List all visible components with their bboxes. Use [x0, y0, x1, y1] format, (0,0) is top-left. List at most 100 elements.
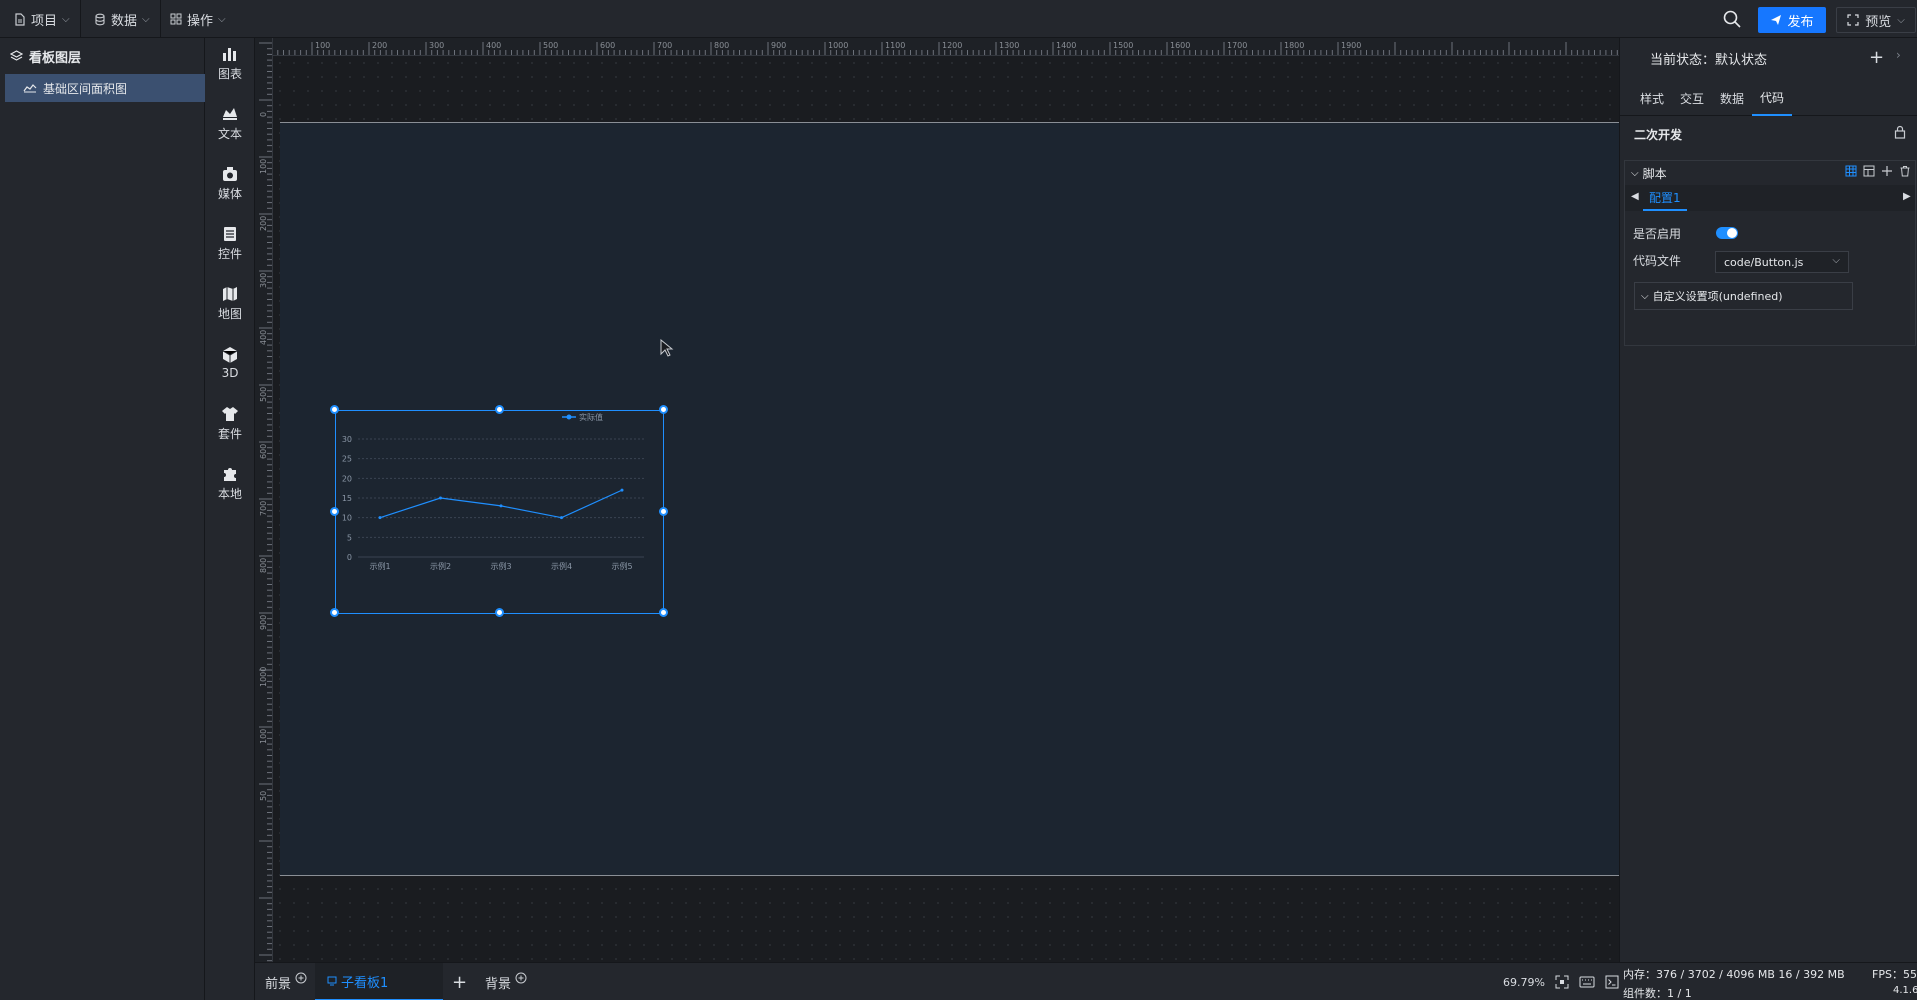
canvas-area[interactable]: 0 5 10 15 20 25 30 示例1 示例2 示例3 示例4 示例5 实际值 — [273, 56, 1619, 962]
lock-icon[interactable] — [1894, 125, 1906, 142]
publish-button[interactable]: 发布 — [1758, 7, 1826, 33]
menu-data-label: 数据 — [111, 13, 138, 29]
resize-handle-w[interactable] — [330, 507, 339, 516]
file-icon — [14, 12, 26, 26]
add-board-button[interactable]: + — [452, 963, 467, 1000]
comp-3d[interactable]: 3D — [205, 338, 255, 388]
comp-map-label: 地图 — [217, 306, 242, 321]
ruler-left-label: 300 — [259, 273, 268, 288]
ruler-left-label: 900 — [259, 615, 268, 630]
code-file-select[interactable]: code/Button.js ⌵ — [1715, 251, 1849, 273]
custom-settings-collapse[interactable]: ⌵ 自定义设置项(undefined) — [1634, 282, 1853, 310]
board-tabs-bar: 前景 子看板1 + 背景 69.79% — [255, 962, 1619, 1000]
menu-operation[interactable]: 操作 ⌵ — [160, 0, 236, 38]
enable-toggle[interactable] — [1716, 227, 1738, 239]
ruler-top-label: 1800 — [1284, 41, 1304, 50]
tab-sub-board[interactable]: 子看板1 — [315, 963, 443, 1000]
fit-screen-icon[interactable] — [1555, 975, 1569, 989]
area-chart-icon — [23, 84, 37, 93]
add-state-button[interactable]: + — [1869, 47, 1884, 68]
resize-handle-ne[interactable] — [659, 405, 668, 414]
terminal-icon[interactable] — [1605, 975, 1619, 989]
add-circle-icon[interactable] — [515, 972, 527, 984]
tab-background[interactable]: 背景 — [485, 963, 527, 1000]
send-icon — [1771, 15, 1782, 25]
data-point — [560, 516, 563, 520]
tab-interaction[interactable]: 交互 — [1672, 80, 1712, 116]
app-window: 项目 ⌵ 数据 ⌵ 操作 ⌵ 发布 预览 ⌵ 看板图层 基础区间面积图 图表 文… — [0, 0, 1917, 1000]
caret-right-icon[interactable]: ▶ — [1903, 191, 1911, 202]
comp-3d-label: 3D — [221, 366, 239, 380]
tab-foreground[interactable]: 前景 — [265, 963, 307, 1000]
layer-item[interactable]: 基础区间面积图 — [5, 74, 205, 102]
ruler-top-label: 1600 — [1170, 41, 1190, 50]
chevron-down-icon: ⌵ — [1832, 255, 1840, 266]
ruler-top-label: 400 — [486, 41, 501, 50]
table-icon[interactable] — [1845, 165, 1857, 177]
preview-button[interactable]: 预览 ⌵ — [1836, 7, 1916, 33]
tab-code[interactable]: 代码 — [1752, 80, 1793, 116]
chart-component[interactable]: 0 5 10 15 20 25 30 示例1 示例2 示例3 示例4 示例5 实际值 — [330, 405, 668, 617]
layer-item-label: 基础区间面积图 — [43, 81, 128, 96]
ruler-left-label: 500 — [259, 387, 268, 402]
comp-local-label: 本地 — [217, 486, 242, 501]
comp-suit[interactable]: 套件 — [205, 398, 255, 448]
resize-handle-s[interactable] — [495, 608, 504, 617]
dashboard-board[interactable]: 0 5 10 15 20 25 30 示例1 示例2 示例3 示例4 示例5 实际值 — [280, 122, 1619, 876]
tab-foreground-label: 前景 — [265, 976, 292, 992]
comp-text[interactable]: 文本 — [205, 98, 255, 148]
tab-style[interactable]: 样式 — [1632, 80, 1672, 116]
zoom-controls: 69.79% — [1503, 963, 1619, 1000]
x-tick-label: 示例4 — [551, 561, 572, 571]
map-icon — [223, 286, 237, 301]
ruler-top-label: 200 — [372, 41, 387, 50]
ruler-top-label: 1000 — [828, 41, 848, 50]
current-state-label: 当前状态：默认状态 — [1650, 52, 1768, 68]
y-tick-label: 25 — [342, 455, 352, 464]
resize-handle-n[interactable] — [495, 405, 504, 414]
data-point — [439, 496, 442, 500]
add-circle-icon[interactable] — [295, 972, 307, 984]
caret-left-icon[interactable]: ◀ — [1631, 191, 1639, 202]
resize-handle-nw[interactable] — [330, 405, 339, 414]
plus-icon[interactable] — [1881, 165, 1893, 177]
media-icon — [223, 166, 237, 181]
comp-control[interactable]: 控件 — [205, 218, 255, 268]
zoom-level[interactable]: 69.79% — [1503, 976, 1545, 989]
comp-media[interactable]: 媒体 — [205, 158, 255, 208]
legend-marker — [566, 414, 572, 420]
secondary-dev-title: 二次开发 — [1620, 116, 1917, 152]
property-panel: 当前状态：默认状态 + › 样式 交互 数据 代码 二次开发 ⌵ 脚本 ◀ 配置… — [1619, 38, 1917, 962]
chevron-down-icon: ⌵ — [1631, 167, 1639, 179]
tab-data[interactable]: 数据 — [1712, 80, 1752, 116]
suit-icon — [222, 406, 238, 421]
database-icon — [94, 13, 106, 26]
ruler-top-label: 1200 — [942, 41, 962, 50]
comp-chart[interactable]: 图表 — [205, 38, 255, 88]
ruler-top-scale: 0100200300400500600700800900100011001200… — [255, 41, 1618, 55]
chevron-right-icon[interactable]: › — [1896, 48, 1901, 62]
menu-data[interactable]: 数据 ⌵ — [84, 0, 161, 38]
trash-icon[interactable] — [1899, 165, 1911, 177]
control-icon — [224, 226, 236, 241]
ruler-top-label: 100 — [315, 41, 330, 50]
tab-background-label: 背景 — [485, 976, 512, 992]
resize-handle-se[interactable] — [659, 608, 668, 617]
ruler-top-label: 600 — [600, 41, 615, 50]
resize-handle-e[interactable] — [659, 507, 668, 516]
config-tab-1[interactable]: 配置1 — [1643, 185, 1687, 211]
script-toolbar — [1845, 165, 1911, 177]
comp-local[interactable]: 本地 — [205, 458, 255, 508]
menu-project[interactable]: 项目 ⌵ — [4, 0, 81, 38]
keyboard-icon[interactable] — [1579, 976, 1595, 988]
comp-suit-label: 套件 — [217, 426, 242, 441]
search-button[interactable] — [1722, 9, 1742, 29]
legend-label: 实际值 — [579, 412, 603, 422]
layout-icon[interactable] — [1863, 165, 1875, 177]
resize-handle-sw[interactable] — [330, 608, 339, 617]
monitor-icon — [327, 976, 337, 986]
code-file-label: 代码文件 — [1633, 254, 1682, 268]
x-tick-label: 示例2 — [430, 561, 451, 571]
comp-map[interactable]: 地图 — [205, 278, 255, 328]
text-icon — [223, 107, 237, 120]
